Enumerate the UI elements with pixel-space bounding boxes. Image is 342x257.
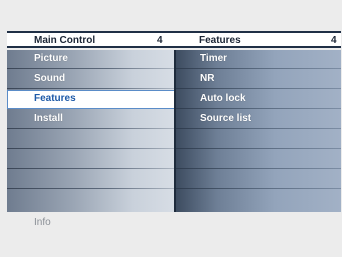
features-submenu: Timer NR Auto lock Source list bbox=[176, 50, 341, 212]
menu-item-features[interactable]: Features bbox=[7, 90, 175, 109]
row-divider bbox=[176, 108, 341, 109]
row-divider bbox=[176, 188, 341, 189]
main-control-count: 4 bbox=[157, 35, 163, 46]
menu-item-sound[interactable]: Sound bbox=[7, 70, 175, 89]
menu-item-label: Features bbox=[34, 93, 76, 104]
main-control-menu: Picture Sound Features Install bbox=[7, 50, 175, 212]
submenu-item-timer[interactable]: Timer bbox=[176, 50, 341, 69]
submenu-item-empty bbox=[176, 190, 341, 209]
menu-header: Main Control 4 Features 4 bbox=[7, 31, 341, 48]
row-divider bbox=[176, 68, 341, 69]
menu-item-empty bbox=[7, 130, 175, 149]
menu-item-empty bbox=[7, 150, 175, 169]
submenu-item-empty bbox=[176, 170, 341, 189]
features-count: 4 bbox=[331, 35, 337, 46]
submenu-item-label: Timer bbox=[200, 53, 228, 64]
row-divider bbox=[7, 128, 175, 129]
submenu-item-empty bbox=[176, 130, 341, 149]
submenu-item-label: NR bbox=[200, 73, 215, 84]
info-label: Info bbox=[34, 217, 51, 228]
row-divider bbox=[176, 168, 341, 169]
row-divider bbox=[7, 168, 175, 169]
submenu-item-auto-lock[interactable]: Auto lock bbox=[176, 90, 341, 109]
menu-item-label: Sound bbox=[34, 73, 66, 84]
features-title: Features bbox=[199, 35, 241, 46]
menu-item-picture[interactable]: Picture bbox=[7, 50, 175, 69]
row-divider bbox=[7, 188, 175, 189]
menu-item-label: Install bbox=[34, 113, 63, 124]
row-divider bbox=[7, 68, 175, 69]
row-divider bbox=[176, 148, 341, 149]
menu-item-empty bbox=[7, 190, 175, 209]
menu-item-label: Picture bbox=[34, 53, 68, 64]
main-control-title: Main Control bbox=[34, 35, 96, 46]
row-divider bbox=[7, 88, 175, 89]
row-divider bbox=[176, 88, 341, 89]
submenu-item-nr[interactable]: NR bbox=[176, 70, 341, 89]
menu-item-empty bbox=[7, 170, 175, 189]
menu-item-install[interactable]: Install bbox=[7, 110, 175, 129]
submenu-item-label: Auto lock bbox=[200, 93, 246, 104]
row-divider bbox=[176, 128, 341, 129]
submenu-item-empty bbox=[176, 150, 341, 169]
row-divider bbox=[7, 148, 175, 149]
submenu-item-source-list[interactable]: Source list bbox=[176, 110, 341, 129]
submenu-item-label: Source list bbox=[200, 113, 252, 124]
